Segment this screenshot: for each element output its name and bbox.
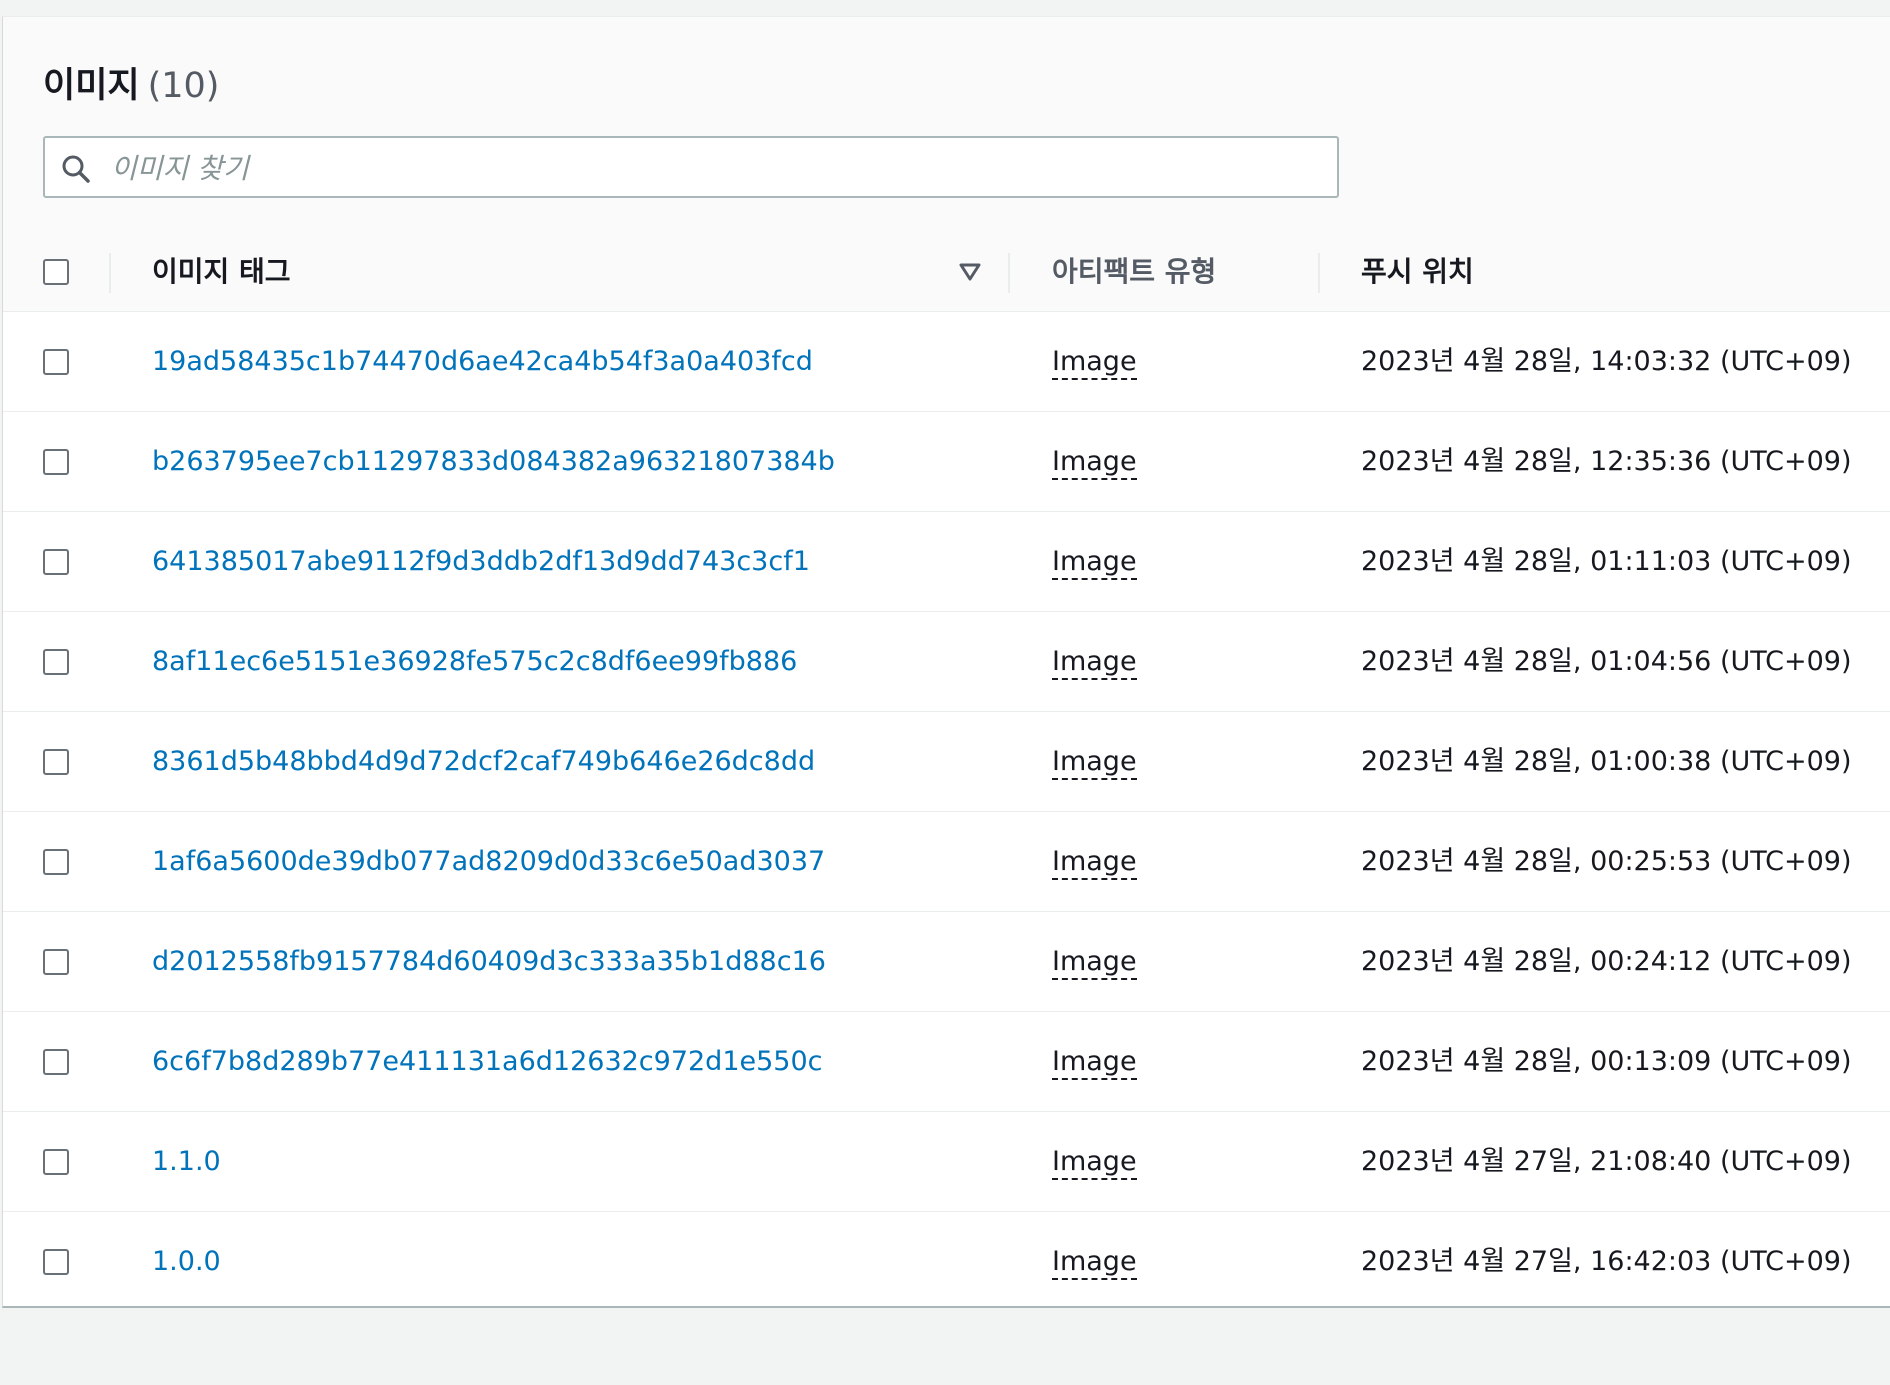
image-tag-link[interactable]: 1.0.0 xyxy=(152,1212,221,1312)
artifact-type: Image xyxy=(1052,1212,1137,1312)
image-tag-link[interactable]: 1.1.0 xyxy=(152,1112,221,1212)
table-row: d2012558fb9157784d60409d3c333a35b1d88c16… xyxy=(3,912,1890,1012)
image-tag-link[interactable]: d2012558fb9157784d60409d3c333a35b1d88c16 xyxy=(152,912,826,1012)
pushed-at: 2023년 4월 28일, 01:11:03 (UTC+09) xyxy=(1361,546,1852,577)
row-checkbox[interactable] xyxy=(43,1249,69,1275)
image-tag-link[interactable]: 1af6a5600de39db077ad8209d0d33c6e50ad3037 xyxy=(152,812,825,912)
image-tag-link[interactable]: b263795ee7cb11297833d084382a96321807384b xyxy=(152,412,835,512)
page-title: 이미지 (10) xyxy=(43,57,219,108)
pushed-at: 2023년 4월 28일, 00:24:12 (UTC+09) xyxy=(1361,946,1852,977)
image-tag-link[interactable]: 19ad58435c1b74470d6ae42ca4b54f3a0a403fcd xyxy=(152,312,813,412)
row-checkbox[interactable] xyxy=(43,1049,69,1075)
artifact-type: Image xyxy=(1052,312,1137,412)
artifact-type: Image xyxy=(1052,1012,1137,1112)
search-box[interactable] xyxy=(43,136,1339,198)
search-icon xyxy=(62,155,90,183)
pushed-at: 2023년 4월 28일, 00:25:53 (UTC+09) xyxy=(1361,846,1852,877)
row-checkbox[interactable] xyxy=(43,449,69,475)
pushed-at: 2023년 4월 27일, 21:08:40 (UTC+09) xyxy=(1361,1146,1852,1177)
pushed-at: 2023년 4월 28일, 01:04:56 (UTC+09) xyxy=(1361,646,1852,677)
artifact-type: Image xyxy=(1052,712,1137,812)
artifact-type-label[interactable]: Image xyxy=(1052,446,1137,480)
artifact-type: Image xyxy=(1052,1112,1137,1212)
artifact-type-label[interactable]: Image xyxy=(1052,1046,1137,1080)
pushed-at: 2023년 4월 27일, 16:42:03 (UTC+09) xyxy=(1361,1246,1852,1277)
artifact-type: Image xyxy=(1052,912,1137,1012)
artifact-type: Image xyxy=(1052,612,1137,712)
artifact-type-label[interactable]: Image xyxy=(1052,546,1137,580)
artifact-type-label[interactable]: Image xyxy=(1052,646,1137,680)
artifact-type-label[interactable]: Image xyxy=(1052,746,1137,780)
images-panel: 이미지(10) 이미지 태그 아티팩트 유형 푸시 위치 19ad58435c1… xyxy=(2,16,1890,1308)
pushed-at: 2023년 4월 28일, 00:13:09 (UTC+09) xyxy=(1361,1046,1852,1077)
pushed-at: 2023년 4월 28일, 14:03:32 (UTC+09) xyxy=(1361,346,1852,377)
table-header: 이미지 태그 아티팩트 유형 푸시 위치 xyxy=(3,233,1890,312)
row-checkbox[interactable] xyxy=(43,549,69,575)
table-row: 8af11ec6e5151e36928fe575c2c8df6ee99fb886… xyxy=(3,612,1890,712)
pushed-at: 2023년 4월 28일, 12:35:36 (UTC+09) xyxy=(1361,446,1852,477)
column-header-image-tag[interactable]: 이미지 태그 xyxy=(152,233,291,311)
artifact-type-label[interactable]: Image xyxy=(1052,846,1137,880)
artifact-type-label[interactable]: Image xyxy=(1052,346,1137,380)
sort-descending-icon[interactable] xyxy=(959,263,981,281)
artifact-type: Image xyxy=(1052,512,1137,612)
image-tag-link[interactable]: 6c6f7b8d289b77e411131a6d12632c972d1e550c xyxy=(152,1012,823,1112)
column-divider[interactable] xyxy=(1318,253,1320,293)
search-input[interactable] xyxy=(109,146,1313,190)
row-checkbox[interactable] xyxy=(43,349,69,375)
artifact-type-label[interactable]: Image xyxy=(1052,1146,1137,1180)
artifact-type: Image xyxy=(1052,412,1137,512)
row-checkbox[interactable] xyxy=(43,749,69,775)
image-tag-link[interactable]: 8af11ec6e5151e36928fe575c2c8df6ee99fb886 xyxy=(152,612,797,712)
artifact-type: Image xyxy=(1052,812,1137,912)
row-checkbox[interactable] xyxy=(43,649,69,675)
table-row: 6c6f7b8d289b77e411131a6d12632c972d1e550c… xyxy=(3,1012,1890,1112)
panel-header: 이미지 (10) xyxy=(3,17,1890,234)
page-title-text: 이미지 xyxy=(43,66,140,106)
table-row: b263795ee7cb11297833d084382a96321807384b… xyxy=(3,412,1890,512)
pushed-at: 2023년 4월 28일, 01:00:38 (UTC+09) xyxy=(1361,746,1852,777)
table-row: 19ad58435c1b74470d6ae42ca4b54f3a0a403fcd… xyxy=(3,312,1890,412)
artifact-type-label[interactable]: Image xyxy=(1052,946,1137,980)
artifact-type-label[interactable]: Image xyxy=(1052,1246,1137,1280)
table-row: 1af6a5600de39db077ad8209d0d33c6e50ad3037… xyxy=(3,812,1890,912)
row-checkbox[interactable] xyxy=(43,1149,69,1175)
row-checkbox[interactable] xyxy=(43,949,69,975)
select-all-checkbox[interactable] xyxy=(43,259,69,285)
column-header-artifact-type[interactable]: 아티팩트 유형 xyxy=(1052,233,1216,311)
column-divider[interactable] xyxy=(109,253,111,293)
image-tag-link[interactable]: 641385017abe9112f9d3ddb2df13d9dd743c3cf1 xyxy=(152,512,810,612)
column-divider[interactable] xyxy=(1008,253,1010,293)
table-body: 19ad58435c1b74470d6ae42ca4b54f3a0a403fcd… xyxy=(3,312,1890,1308)
table-row: 1.0.0 Image 2023년 4월 27일, 16:42:03 (UTC+… xyxy=(3,1212,1890,1312)
row-checkbox[interactable] xyxy=(43,849,69,875)
image-count: (10) xyxy=(147,66,220,106)
image-tag-link[interactable]: 8361d5b48bbd4d9d72dcf2caf749b646e26dc8dd xyxy=(152,712,815,812)
table-row: 641385017abe9112f9d3ddb2df13d9dd743c3cf1… xyxy=(3,512,1890,612)
column-header-pushed-at[interactable]: 푸시 위치 xyxy=(1361,233,1474,311)
table-row: 8361d5b48bbd4d9d72dcf2caf749b646e26dc8dd… xyxy=(3,712,1890,812)
table-row: 1.1.0 Image 2023년 4월 27일, 21:08:40 (UTC+… xyxy=(3,1112,1890,1212)
